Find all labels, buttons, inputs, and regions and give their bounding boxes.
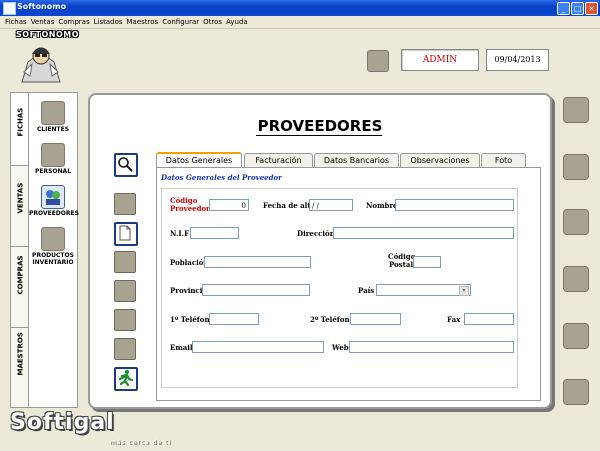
window-title: Softonomo — [17, 2, 67, 11]
right-action-icon-1[interactable] — [563, 97, 589, 123]
side-item-clientes[interactable]: CLIENTES — [29, 101, 77, 133]
menu-bar: Fichas Ventas Compras Listados Maestros Confi… — [0, 16, 600, 29]
web-field[interactable] — [349, 341, 514, 353]
fecha-alta-label: Fecha de alta — [263, 201, 316, 210]
pais-label: País — [358, 286, 375, 295]
nombre-field[interactable] — [395, 199, 514, 211]
telefono1-label: 1º Teléfono — [170, 315, 215, 324]
tab-panel-datos-generales: Datos Generales del Proveedor Código Pro… — [156, 167, 541, 401]
brand-logo: Softigal — [10, 410, 115, 435]
provider-fields-group: Código Proveedor 0 Fecha de alta / / Nom… — [161, 188, 518, 388]
direccion-field[interactable] — [333, 227, 514, 239]
codigo-postal-field[interactable] — [413, 256, 441, 268]
exit-button[interactable] — [114, 367, 138, 391]
email-field[interactable] — [192, 341, 324, 353]
telefono1-field[interactable] — [209, 313, 259, 325]
document-icon — [119, 225, 131, 241]
telefono2-label: 2º Teléfono — [310, 315, 355, 324]
side-tab-ventas-label: VENTAS — [16, 182, 25, 214]
right-action-icon-2[interactable] — [563, 154, 589, 180]
toolbar-button-3[interactable] — [114, 280, 136, 302]
menu-otros[interactable]: Otros — [201, 16, 224, 28]
main-frame: PROVEEDORES Datos Generales Facturación … — [88, 93, 552, 409]
codigo-postal-label: Código Postal — [388, 252, 416, 269]
clientes-icon — [41, 101, 65, 125]
tab-observaciones[interactable]: Observaciones — [400, 153, 480, 167]
right-action-icon-6[interactable] — [563, 379, 589, 405]
toolbar-button-1[interactable] — [114, 193, 136, 215]
new-document-button[interactable] — [114, 222, 138, 246]
side-item-proveedores-label: PROVEEDORES — [29, 210, 79, 217]
side-item-clientes-label: CLIENTES — [36, 126, 70, 133]
menu-compras[interactable]: Compras — [56, 16, 91, 28]
side-item-productos[interactable]: PRODUCTOS INVENTARIO — [29, 227, 77, 266]
close-button[interactable]: × — [585, 2, 598, 15]
poblacion-label: Población — [170, 258, 209, 267]
user-badge: ADMIN — [401, 49, 479, 71]
logo-mascot-icon — [21, 47, 61, 83]
menu-maestros[interactable]: Maestros — [125, 16, 161, 28]
current-date: 09/04/2013 — [486, 49, 549, 71]
app-icon — [3, 2, 16, 15]
right-action-icon-5[interactable] — [563, 323, 589, 349]
side-item-productos-label: PRODUCTOS INVENTARIO — [32, 252, 74, 266]
web-label: Web — [332, 343, 349, 352]
fax-field[interactable] — [464, 313, 514, 325]
menu-fichas[interactable]: Fichas — [3, 16, 29, 28]
maximize-button[interactable]: □ — [571, 2, 584, 15]
tab-datos-bancarios[interactable]: Datos Bancarios — [314, 153, 399, 167]
search-icon — [118, 157, 133, 172]
side-tab-compras[interactable]: COMPRAS — [10, 246, 30, 328]
menu-ayuda[interactable]: Ayuda — [224, 16, 250, 28]
tab-foto[interactable]: Foto — [481, 153, 526, 167]
poblacion-field[interactable] — [204, 256, 311, 268]
title-underline — [256, 135, 382, 136]
minimize-button[interactable]: _ — [557, 2, 570, 15]
side-tab-maestros-label: MAESTROS — [16, 332, 25, 376]
side-panel: CLIENTES PERSONAL PROVEEDORES PRODUCTOS … — [28, 92, 79, 408]
menu-listados[interactable]: Listados — [92, 16, 125, 28]
side-tab-compras-label: COMPRAS — [16, 255, 25, 295]
pais-select[interactable]: ▾ — [376, 284, 471, 296]
right-action-icon-4[interactable] — [563, 266, 589, 292]
search-button[interactable] — [114, 153, 138, 177]
direccion-label: Dirección — [297, 229, 335, 238]
chevron-down-icon: ▾ — [459, 286, 469, 296]
side-tab-maestros[interactable]: MAESTROS — [10, 327, 30, 408]
telefono2-field[interactable] — [350, 313, 401, 325]
menu-configurar[interactable]: Configurar — [160, 16, 201, 28]
codigo-field[interactable]: 0 — [209, 199, 249, 211]
page-title: PROVEEDORES — [257, 117, 383, 135]
logo-text: SOFTONOMO — [16, 30, 80, 39]
tab-facturacion[interactable]: Facturación — [244, 153, 313, 167]
toolbar-button-4[interactable] — [114, 309, 136, 331]
section-title: Datos Generales del Proveedor — [161, 173, 282, 182]
productos-icon — [41, 227, 65, 251]
side-item-personal-label: PERSONAL — [34, 168, 72, 175]
brand-slogan: más cerca de ti — [110, 439, 172, 446]
side-item-proveedores[interactable]: PROVEEDORES — [29, 185, 79, 217]
side-tab-fichas[interactable]: FICHAS — [10, 92, 30, 166]
tab-datos-generales[interactable]: Datos Generales — [156, 152, 242, 168]
provincia-field[interactable] — [202, 284, 310, 296]
header-action-icon[interactable] — [367, 50, 389, 72]
nombre-label: Nombre — [366, 201, 398, 210]
email-label: Email — [170, 343, 193, 352]
fecha-alta-field[interactable]: / / — [309, 199, 353, 211]
codigo-label: Código Proveedor — [170, 196, 210, 213]
nif-label: N.I.F — [170, 229, 190, 238]
personal-icon — [41, 143, 65, 167]
side-tab-ventas[interactable]: VENTAS — [10, 165, 30, 247]
nif-field[interactable] — [190, 227, 239, 239]
menu-ventas[interactable]: Ventas — [29, 16, 57, 28]
running-man-icon — [118, 369, 134, 387]
toolbar-button-5[interactable] — [114, 338, 136, 360]
right-action-icon-3[interactable] — [563, 209, 589, 235]
side-tab-fichas-label: FICHAS — [16, 107, 25, 137]
title-bar: Softonomo _ □ × — [0, 0, 600, 16]
toolbar-button-2[interactable] — [114, 251, 136, 273]
side-item-personal[interactable]: PERSONAL — [29, 143, 77, 175]
proveedores-icon — [41, 185, 65, 209]
fax-label: Fax — [447, 315, 461, 324]
